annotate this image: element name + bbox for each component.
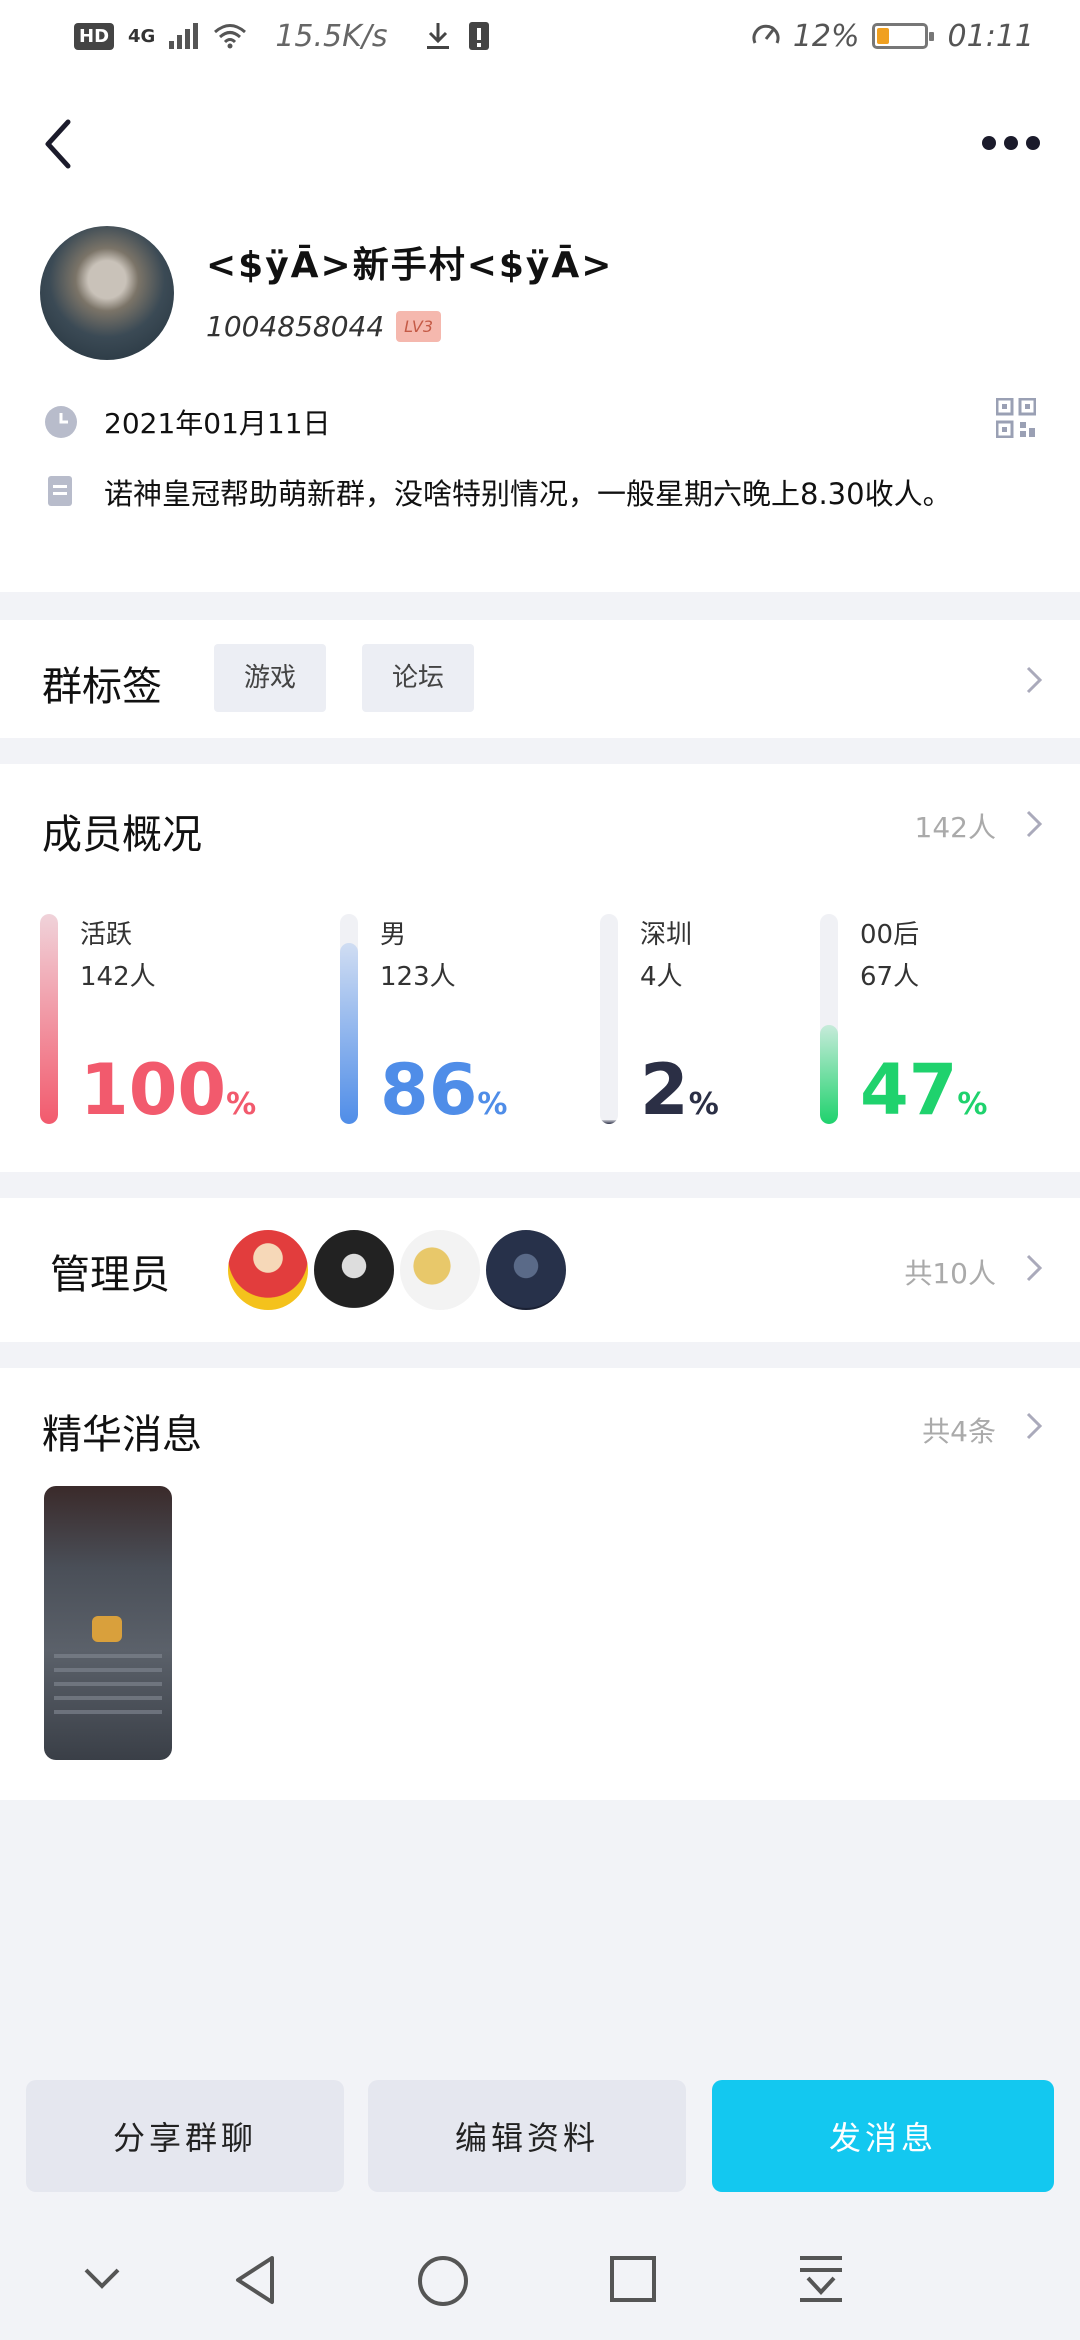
- featured-messages-section[interactable]: 精华消息 共4条: [0, 1368, 1080, 1800]
- back-icon[interactable]: [36, 112, 84, 176]
- qr-code-icon[interactable]: [996, 398, 1036, 438]
- clock: 01:11: [947, 18, 1034, 54]
- signal-icon: 4G: [128, 25, 156, 47]
- chevron-right-icon: [1026, 1412, 1043, 1440]
- admin-avatar[interactable]: [398, 1228, 482, 1312]
- admin-avatar[interactable]: [484, 1228, 568, 1312]
- stat-count: 4人: [640, 962, 683, 992]
- home-circle-icon[interactable]: [416, 2254, 470, 2308]
- status-bar: HD 4G 15.5K/s 12% 01:11: [0, 0, 1080, 72]
- stat-percent: 2%: [640, 1049, 719, 1131]
- send-message-button[interactable]: 发消息: [712, 2080, 1054, 2192]
- members-title: 成员概况: [42, 812, 202, 858]
- thumbnail-detail: [92, 1616, 122, 1642]
- more-icon[interactable]: [982, 128, 1046, 158]
- admins-title: 管理员: [50, 1252, 170, 1298]
- sim-alert-icon: [468, 22, 489, 50]
- thumbnail-detail: [54, 1654, 162, 1724]
- group-id: 1004858044: [206, 310, 385, 343]
- group-intro-row: 诺神皇冠帮助萌新群，没啥特别情况，一般星期六晚上8.30收人。: [44, 468, 1028, 520]
- chevron-right-icon: [1026, 810, 1043, 838]
- group-intro: 诺神皇冠帮助萌新群，没啥特别情况，一般星期六晚上8.30收人。: [104, 477, 952, 511]
- chevron-right-icon: [1026, 666, 1043, 694]
- member-overview-section[interactable]: 成员概况 142人 活跃 142人 100% 男 123人 86% 深圳 4人 …: [0, 764, 1080, 1172]
- tags-title: 群标签: [42, 664, 162, 710]
- stat-percent: 47%: [860, 1049, 988, 1131]
- chevron-right-icon: [1026, 1254, 1043, 1282]
- stat-city: 深圳 4人 2%: [600, 914, 780, 1130]
- admins-section[interactable]: 管理员 共10人: [0, 1198, 1080, 1342]
- clock-icon: [45, 406, 77, 438]
- notification-pull-icon[interactable]: [796, 2254, 846, 2304]
- system-nav-bar: [0, 2218, 1080, 2340]
- level-badge: LV3: [396, 311, 442, 342]
- group-id-row: 1004858044 LV3: [206, 310, 442, 343]
- wifi-icon: [214, 24, 247, 49]
- action-bar: 分享群聊 编辑资料 发消息: [0, 2050, 1080, 2218]
- speedometer-icon: [752, 24, 780, 44]
- stat-active: 活跃 142人 100%: [40, 914, 260, 1130]
- stat-bar: [820, 914, 838, 1124]
- stat-label: 活跃: [80, 920, 133, 950]
- stat-percent: 100%: [80, 1049, 257, 1131]
- chevron-down-icon[interactable]: [78, 2254, 126, 2302]
- stat-count: 67人: [860, 962, 920, 992]
- stat-label: 00后: [860, 920, 920, 950]
- document-icon: [48, 476, 72, 506]
- stat-label: 深圳: [640, 920, 693, 950]
- stat-label: 男: [380, 920, 407, 950]
- download-icon: [426, 23, 449, 49]
- admin-avatar[interactable]: [312, 1228, 396, 1312]
- stat-count: 123人: [380, 962, 456, 992]
- share-group-button[interactable]: 分享群聊: [26, 2080, 344, 2192]
- edit-profile-button[interactable]: 编辑资料: [368, 2080, 686, 2192]
- battery-percent: 12%: [792, 18, 860, 54]
- hd-indicator: HD: [74, 22, 115, 50]
- group-avatar[interactable]: [40, 226, 174, 360]
- net-speed: 15.5K/s: [275, 18, 388, 54]
- featured-thumbnail[interactable]: [44, 1486, 172, 1760]
- back-triangle-icon[interactable]: [230, 2254, 282, 2306]
- battery-icon: [871, 23, 934, 49]
- created-date-row: 2021年01月11日: [44, 402, 331, 442]
- created-date: 2021年01月11日: [104, 407, 331, 440]
- recents-square-icon[interactable]: [608, 2254, 658, 2304]
- group-tags-section[interactable]: 群标签 游戏 论坛: [0, 620, 1080, 738]
- stat-bar: [40, 914, 58, 1124]
- stat-bar: [600, 914, 618, 1124]
- stat-count: 142人: [80, 962, 156, 992]
- group-name: <$ÿĀ>新手村<$ÿĀ>: [206, 245, 614, 286]
- tag-chip: 论坛: [362, 644, 475, 712]
- stat-age: 00后 67人 47%: [820, 914, 1020, 1130]
- featured-count: 共4条: [922, 1415, 996, 1448]
- stat-percent: 86%: [380, 1049, 508, 1131]
- member-total: 142人: [914, 811, 996, 844]
- featured-title: 精华消息: [42, 1412, 202, 1458]
- admin-count: 共10人: [904, 1257, 996, 1290]
- tag-chip: 游戏: [214, 644, 327, 712]
- admin-avatar[interactable]: [226, 1228, 310, 1312]
- stat-bar: [340, 914, 358, 1124]
- stat-male: 男 123人 86%: [340, 914, 540, 1130]
- group-header: <$ÿĀ>新手村<$ÿĀ> 1004858044 LV3 2021年01月11日…: [0, 72, 1080, 592]
- signal-bars-icon: [169, 23, 199, 49]
